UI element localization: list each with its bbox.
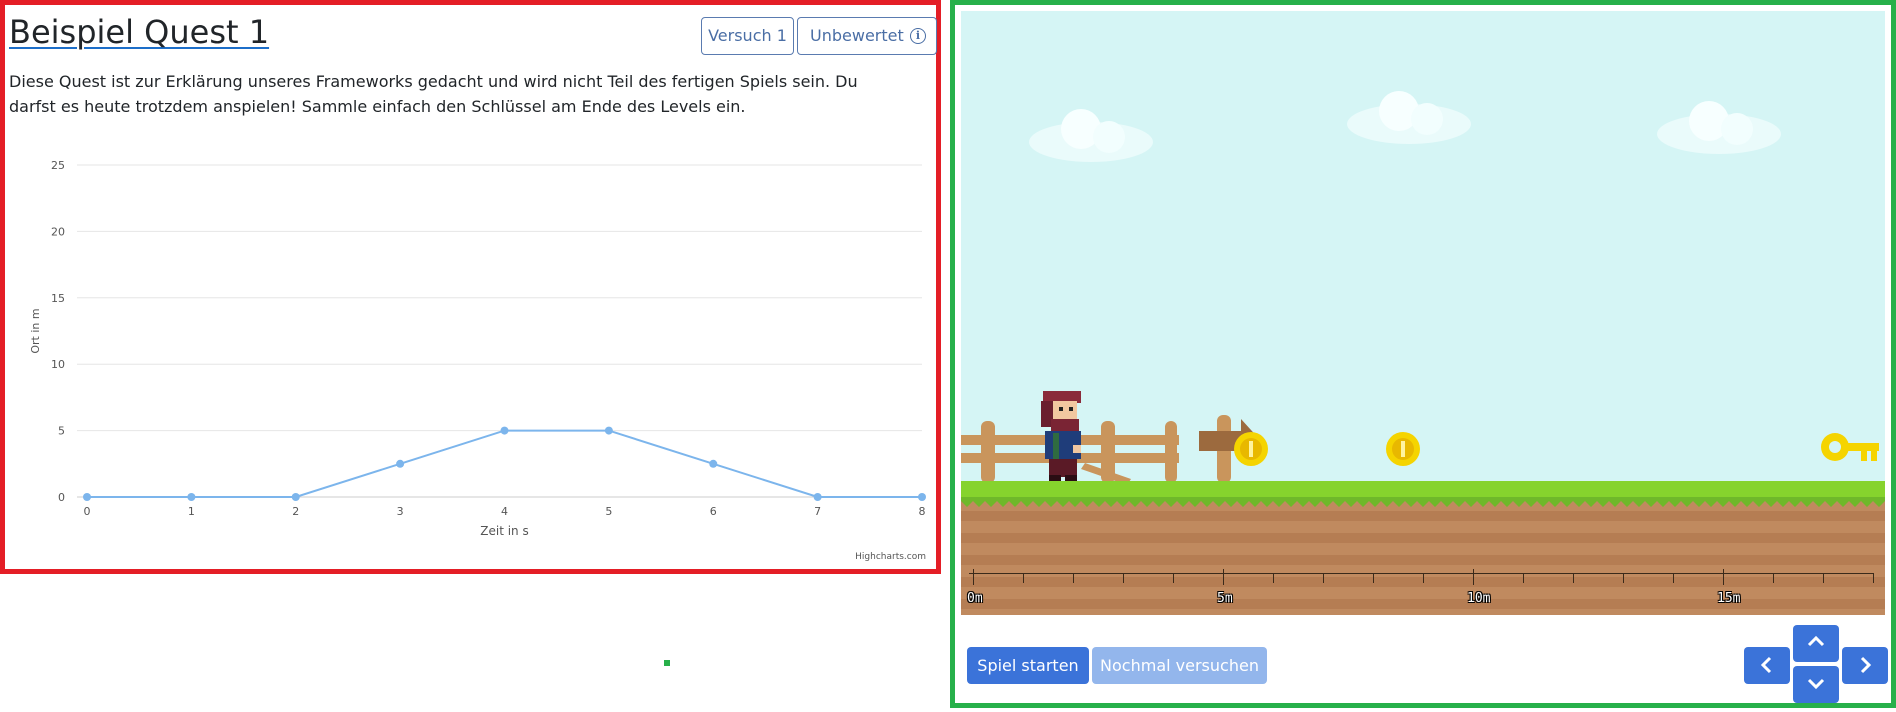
game-canvas[interactable]: 0m 5m 10m 15m: [961, 11, 1885, 615]
ruler-tick: [1623, 573, 1624, 583]
y-tick-label: 10: [51, 358, 65, 371]
chevron-left-icon: [1760, 656, 1772, 674]
ruler-label-5: 5m: [1217, 591, 1233, 606]
y-tick-label: 25: [51, 159, 65, 172]
cloud-3: [1657, 101, 1781, 154]
cloud-2: [1347, 91, 1471, 144]
x-tick-label: 1: [188, 505, 195, 518]
y-axis-label: Ort in m: [29, 308, 42, 353]
data-point: [604, 426, 613, 435]
ruler-label-10: 10m: [1467, 591, 1491, 606]
y-tick-label: 20: [51, 225, 65, 238]
x-tick-label: 8: [919, 505, 926, 518]
y-tick-label: 15: [51, 292, 65, 305]
grade-label: Unbewertet: [810, 26, 904, 45]
crouch-button[interactable]: [1793, 666, 1839, 703]
data-point: [709, 459, 718, 468]
ruler-tick: [1273, 573, 1274, 583]
coin-1: [1234, 432, 1268, 466]
ruler-tick: [1823, 573, 1824, 583]
x-tick-label: 6: [710, 505, 717, 518]
ruler-tick: [1023, 573, 1024, 583]
player-character: [1041, 391, 1081, 481]
distance-ruler: [969, 573, 1873, 574]
quest-title[interactable]: Beispiel Quest 1: [9, 13, 269, 51]
key-icon: [1821, 433, 1879, 461]
grass-edge: [961, 497, 1885, 507]
ruler-tick: [1323, 573, 1324, 583]
x-tick-label: 7: [814, 505, 821, 518]
quest-description: Diese Quest ist zur Erklärung unseres Fr…: [9, 72, 858, 116]
grade-button[interactable]: Unbewertet i: [797, 17, 937, 55]
game-panel: 0m 5m 10m 15m Spiel starten Nochmal vers…: [950, 0, 1896, 708]
ruler-tick: [1423, 573, 1424, 583]
start-game-button[interactable]: Spiel starten: [967, 647, 1089, 684]
data-point: [396, 459, 405, 468]
cloud-1: [1029, 109, 1153, 162]
data-point: [291, 493, 300, 501]
ruler-tick: [1673, 573, 1674, 583]
x-axis-label: Zeit in s: [480, 524, 528, 538]
y-tick-label: 0: [58, 491, 65, 504]
ruler-tick: [1073, 573, 1074, 583]
info-icon: i: [910, 28, 926, 44]
x-tick-label: 0: [84, 505, 91, 518]
move-right-button[interactable]: [1842, 647, 1888, 684]
ruler-tick: [1473, 569, 1474, 585]
data-point: [500, 426, 509, 435]
ruler-tick: [1573, 573, 1574, 583]
coin-2: [1386, 432, 1420, 466]
data-point: [918, 493, 926, 501]
x-tick-label: 4: [501, 505, 508, 518]
position-time-chart: 0 5 10 15 20 25 0 1 2 3 4 5 6 7 8 Ort in m Zeit in s High…: [29, 159, 926, 562]
y-tick-label: 5: [58, 425, 65, 438]
quest-panel: Beispiel Quest 1 Versuch 1 Unbewertet i …: [0, 0, 941, 574]
ruler-tick: [1873, 573, 1874, 583]
x-tick-label: 3: [397, 505, 404, 518]
ruler-tick: [1373, 573, 1374, 583]
data-point: [83, 493, 91, 501]
ruler-tick: [1723, 569, 1724, 585]
chevron-down-icon: [1807, 678, 1825, 690]
dirt: [961, 499, 1885, 615]
ruler-tick: [1173, 573, 1174, 583]
move-left-button[interactable]: [1744, 647, 1790, 684]
ruler-label-15: 15m: [1717, 591, 1741, 606]
data-point: [187, 493, 196, 501]
ruler-tick: [1123, 573, 1124, 583]
x-tick-label: 5: [605, 505, 612, 518]
focus-marker: [664, 660, 670, 666]
ruler-tick: [973, 569, 974, 585]
ruler-label-0: 0m: [967, 591, 983, 606]
chevron-right-icon: [1860, 656, 1872, 674]
chart-credits: Highcharts.com: [855, 552, 926, 562]
x-tick-label: 2: [292, 505, 299, 518]
chevron-up-icon: [1807, 635, 1825, 647]
ruler-tick: [1773, 573, 1774, 583]
ruler-tick: [1523, 573, 1524, 583]
ruler-tick: [1223, 569, 1224, 585]
jump-button[interactable]: [1793, 625, 1839, 662]
attempt-button[interactable]: Versuch 1: [701, 17, 794, 55]
data-point: [813, 493, 822, 501]
series-line: [87, 429, 922, 498]
retry-button[interactable]: Nochmal versuchen: [1092, 647, 1267, 684]
